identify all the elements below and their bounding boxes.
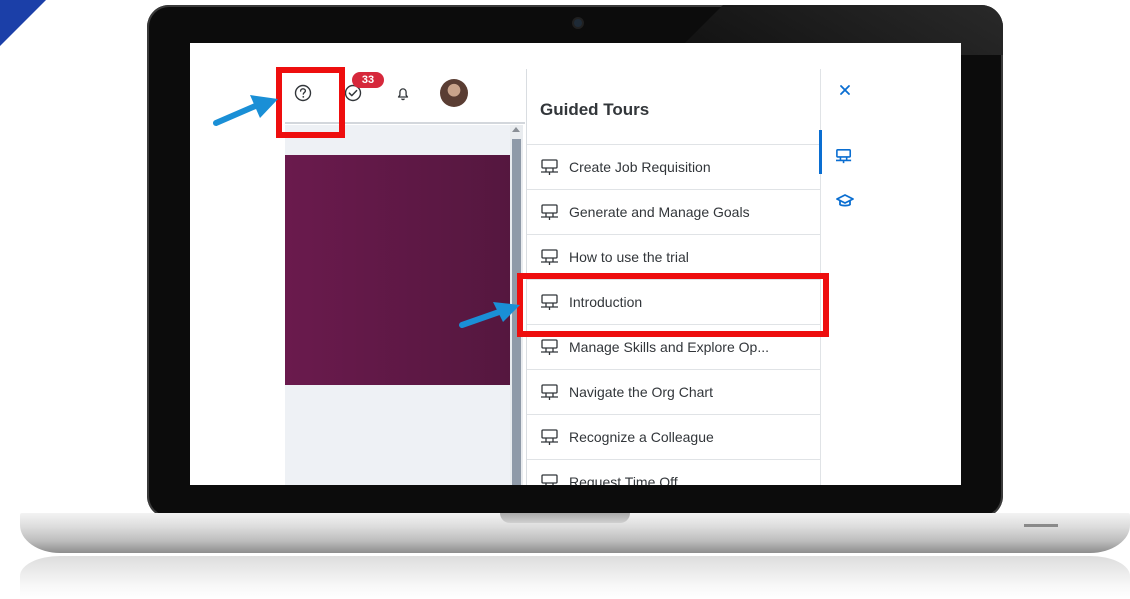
laptop-indicator	[1024, 524, 1058, 527]
guided-tours-icon[interactable]	[834, 146, 854, 166]
tour-item-navigate-the-org-chart[interactable]: Navigate the Org Chart	[527, 369, 821, 414]
learning-icon[interactable]	[835, 191, 855, 211]
hero-banner	[285, 155, 510, 385]
corner-decoration	[0, 0, 46, 46]
arrow-to-introduction	[459, 302, 520, 328]
tour-label: Create Job Requisition	[569, 159, 711, 175]
tour-item-request-time-off[interactable]: Request Time Off	[527, 459, 821, 485]
rail-active-indicator	[819, 130, 822, 174]
tour-label: Generate and Manage Goals	[569, 204, 750, 220]
scroll-up-arrow[interactable]	[512, 127, 520, 132]
panel-title: Guided Tours	[540, 100, 650, 119]
introduction-highlight	[517, 273, 829, 337]
tour-icon	[541, 249, 558, 265]
tour-icon	[541, 204, 558, 220]
help-icon-highlight	[276, 67, 345, 138]
tour-label: Recognize a Colleague	[569, 429, 714, 445]
webcam	[574, 19, 582, 27]
laptop-notch	[500, 513, 630, 523]
tour-icon	[541, 429, 558, 445]
arrow-to-help-icon	[213, 95, 278, 126]
tour-item-recognize-a-colleague[interactable]: Recognize a Colleague	[527, 414, 821, 459]
tour-item-generate-and-manage-goals[interactable]: Generate and Manage Goals	[527, 189, 821, 234]
notification-badge: 33	[352, 72, 384, 88]
bell-icon[interactable]	[395, 85, 411, 101]
tour-label: Request Time Off	[569, 474, 678, 485]
laptop-reflection	[20, 556, 1130, 599]
tour-item-create-job-requisition[interactable]: Create Job Requisition	[527, 144, 821, 189]
tour-icon	[541, 339, 558, 355]
tour-icon	[541, 384, 558, 400]
close-icon[interactable]	[838, 83, 852, 97]
tour-label: Navigate the Org Chart	[569, 384, 713, 400]
tour-icon	[541, 474, 558, 485]
tour-label: How to use the trial	[569, 249, 689, 265]
tour-icon	[541, 159, 558, 175]
side-rail	[820, 69, 961, 485]
tour-label: Manage Skills and Explore Op...	[569, 339, 769, 355]
avatar[interactable]	[440, 79, 468, 107]
